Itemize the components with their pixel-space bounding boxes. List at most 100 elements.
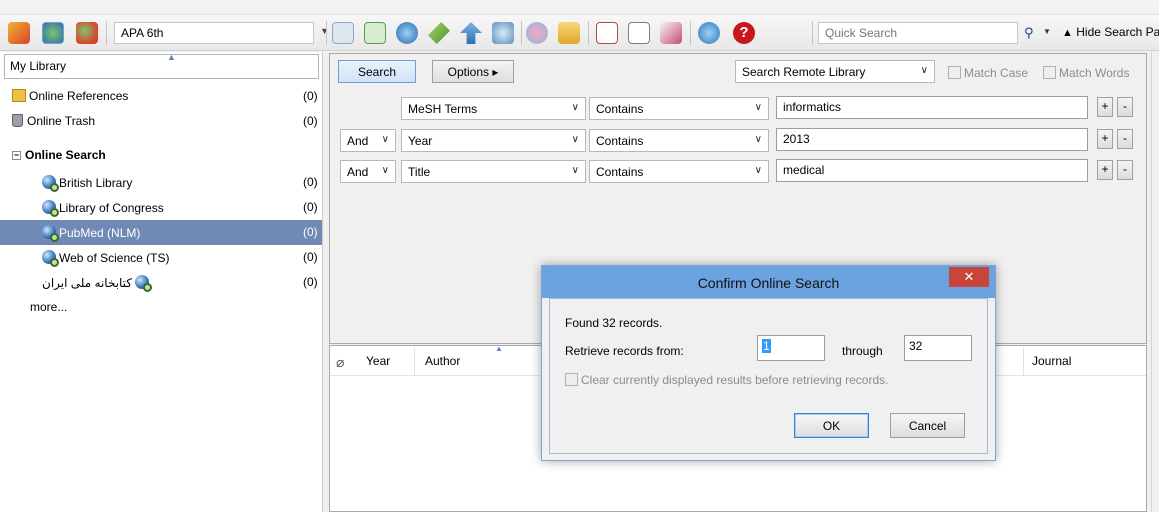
source-pubmed[interactable]: PubMed (NLM) (0) [0, 220, 322, 245]
search-term-value: 2013 [783, 132, 810, 146]
online-search-icon[interactable] [396, 22, 418, 44]
retrieve-from-input[interactable]: 1 [757, 335, 825, 361]
window-right-edge [1151, 52, 1159, 512]
online-search-mode-icon[interactable] [42, 22, 64, 44]
chevron-down-icon[interactable]: ▼ [1043, 27, 1051, 36]
online-search-group-header[interactable]: − Online Search [0, 143, 322, 168]
source-library-of-congress[interactable]: Library of Congress (0) [0, 195, 322, 220]
up-arrow-icon: ▲ [1062, 27, 1073, 39]
boolean-value: And [347, 165, 369, 179]
group-label: Online References [29, 89, 129, 103]
operator-value: Contains [596, 102, 644, 116]
boolean-select-2[interactable]: And ∨ [340, 129, 396, 152]
match-case-checkbox[interactable]: Match Case [948, 66, 1028, 80]
retrieve-through-input[interactable]: 32 [904, 335, 972, 361]
field-select-3[interactable]: Title ∨ [401, 160, 586, 183]
close-button[interactable]: ✕ [949, 267, 989, 287]
found-records-text: Found 32 records. [565, 316, 663, 330]
search-term-input-1[interactable]: informatics [776, 96, 1088, 119]
folder-icon [12, 89, 26, 102]
operator-select-1[interactable]: Contains ∨ [589, 97, 769, 120]
remove-row-button[interactable]: - [1117, 97, 1133, 117]
retrieve-from-label: Retrieve records from: [565, 344, 684, 358]
add-row-button[interactable]: + [1097, 97, 1113, 117]
match-case-label: Match Case [964, 66, 1029, 80]
hide-search-pane-button[interactable]: ▲ Hide Search Pane [1062, 25, 1159, 39]
window-top-strip [0, 0, 1159, 15]
my-library-header[interactable]: My Library ▲ [4, 52, 319, 79]
column-journal[interactable]: Journal [1032, 354, 1071, 368]
field-select-2[interactable]: Year ∨ [401, 129, 586, 152]
search-term-input-3[interactable]: medical [776, 159, 1088, 182]
local-library-mode-icon[interactable] [8, 22, 30, 44]
search-term-input-2[interactable]: 2013 [776, 128, 1088, 151]
remove-row-button[interactable]: - [1117, 160, 1133, 180]
column-divider[interactable] [1023, 348, 1024, 376]
search-scope-select[interactable]: Search Remote Library ∨ [735, 60, 935, 83]
operator-select-2[interactable]: Contains ∨ [589, 129, 769, 152]
group-online-references[interactable]: Online References (0) [0, 84, 322, 109]
search-scope-value: Search Remote Library [742, 65, 866, 79]
sort-up-icon: ▲ [167, 52, 176, 62]
options-button[interactable]: Options ▸ [432, 60, 514, 83]
chevron-down-icon: ∨ [754, 165, 762, 176]
checkbox-box[interactable] [565, 373, 578, 386]
group-count: (0) [303, 114, 318, 128]
remove-row-button[interactable]: - [1117, 129, 1133, 149]
search-button[interactable]: Search [338, 60, 416, 83]
open-file-icon[interactable] [558, 22, 580, 44]
paperclip-icon[interactable]: ⌀ [336, 354, 344, 371]
export-icon[interactable] [660, 22, 682, 44]
find-full-text-icon[interactable] [428, 22, 450, 44]
hide-search-pane-label: Hide Search Pane [1076, 25, 1159, 39]
chevron-down-icon[interactable]: ▼ [320, 26, 329, 36]
insert-citation-icon[interactable] [596, 22, 618, 44]
copy-to-local-icon[interactable] [332, 22, 354, 44]
sync-icon[interactable] [526, 22, 548, 44]
open-url-icon[interactable] [492, 22, 514, 44]
integrated-library-mode-icon[interactable] [76, 22, 98, 44]
cancel-button[interactable]: Cancel [890, 413, 965, 438]
library-panel: My Library ▲ Online References (0) Onlin… [0, 52, 323, 512]
source-national-library-iran[interactable]: کتابخانه ملی ایران (0) [0, 270, 322, 295]
refresh-icon[interactable] [698, 22, 720, 44]
column-divider[interactable] [414, 348, 415, 376]
more-sources-link[interactable]: more... [0, 295, 322, 320]
globe-search-icon [42, 250, 59, 267]
new-reference-icon[interactable] [364, 22, 386, 44]
format-bibliography-icon[interactable] [628, 22, 650, 44]
globe-search-icon [42, 225, 59, 242]
group-online-trash[interactable]: Online Trash (0) [0, 109, 322, 134]
ok-button[interactable]: OK [794, 413, 869, 438]
search-icon[interactable]: ⚲ [1024, 25, 1034, 41]
collapse-icon[interactable]: − [12, 151, 21, 160]
output-style-select[interactable]: APA 6th ▼ [114, 22, 329, 44]
source-british-library[interactable]: British Library (0) [0, 170, 322, 195]
clear-results-checkbox[interactable]: Clear currently displayed results before… [565, 373, 888, 387]
source-count: (0) [303, 200, 318, 214]
add-row-button[interactable]: + [1097, 160, 1113, 180]
checkbox-box[interactable] [948, 66, 961, 79]
quick-search-placeholder: Quick Search [825, 26, 898, 40]
through-label: through [842, 344, 883, 358]
column-author[interactable]: Author [425, 354, 460, 368]
match-words-checkbox[interactable]: Match Words [1043, 66, 1129, 80]
operator-value: Contains [596, 165, 644, 179]
dialog-title-bar[interactable]: Confirm Online Search [542, 266, 995, 298]
main-toolbar: APA 6th ▼ ? Quick Search ⚲ ▼ ▲ Hide Sear… [0, 15, 1159, 51]
add-row-button[interactable]: + [1097, 129, 1113, 149]
help-icon[interactable]: ? [733, 22, 755, 44]
chevron-down-icon: ∨ [571, 102, 579, 113]
column-year[interactable]: Year [366, 354, 390, 368]
boolean-select-3[interactable]: And ∨ [340, 160, 396, 183]
output-style-value: APA 6th [121, 26, 164, 40]
chevron-down-icon: ∨ [754, 102, 762, 113]
checkbox-box[interactable] [1043, 66, 1056, 79]
sort-up-icon: ▲ [495, 344, 503, 353]
source-web-of-science[interactable]: Web of Science (TS) (0) [0, 245, 322, 270]
more-label: more... [30, 300, 68, 314]
operator-select-3[interactable]: Contains ∨ [589, 160, 769, 183]
open-link-icon[interactable] [460, 22, 482, 44]
quick-search-input[interactable]: Quick Search [818, 22, 1018, 44]
field-select-1[interactable]: MeSH Terms ∨ [401, 97, 586, 120]
